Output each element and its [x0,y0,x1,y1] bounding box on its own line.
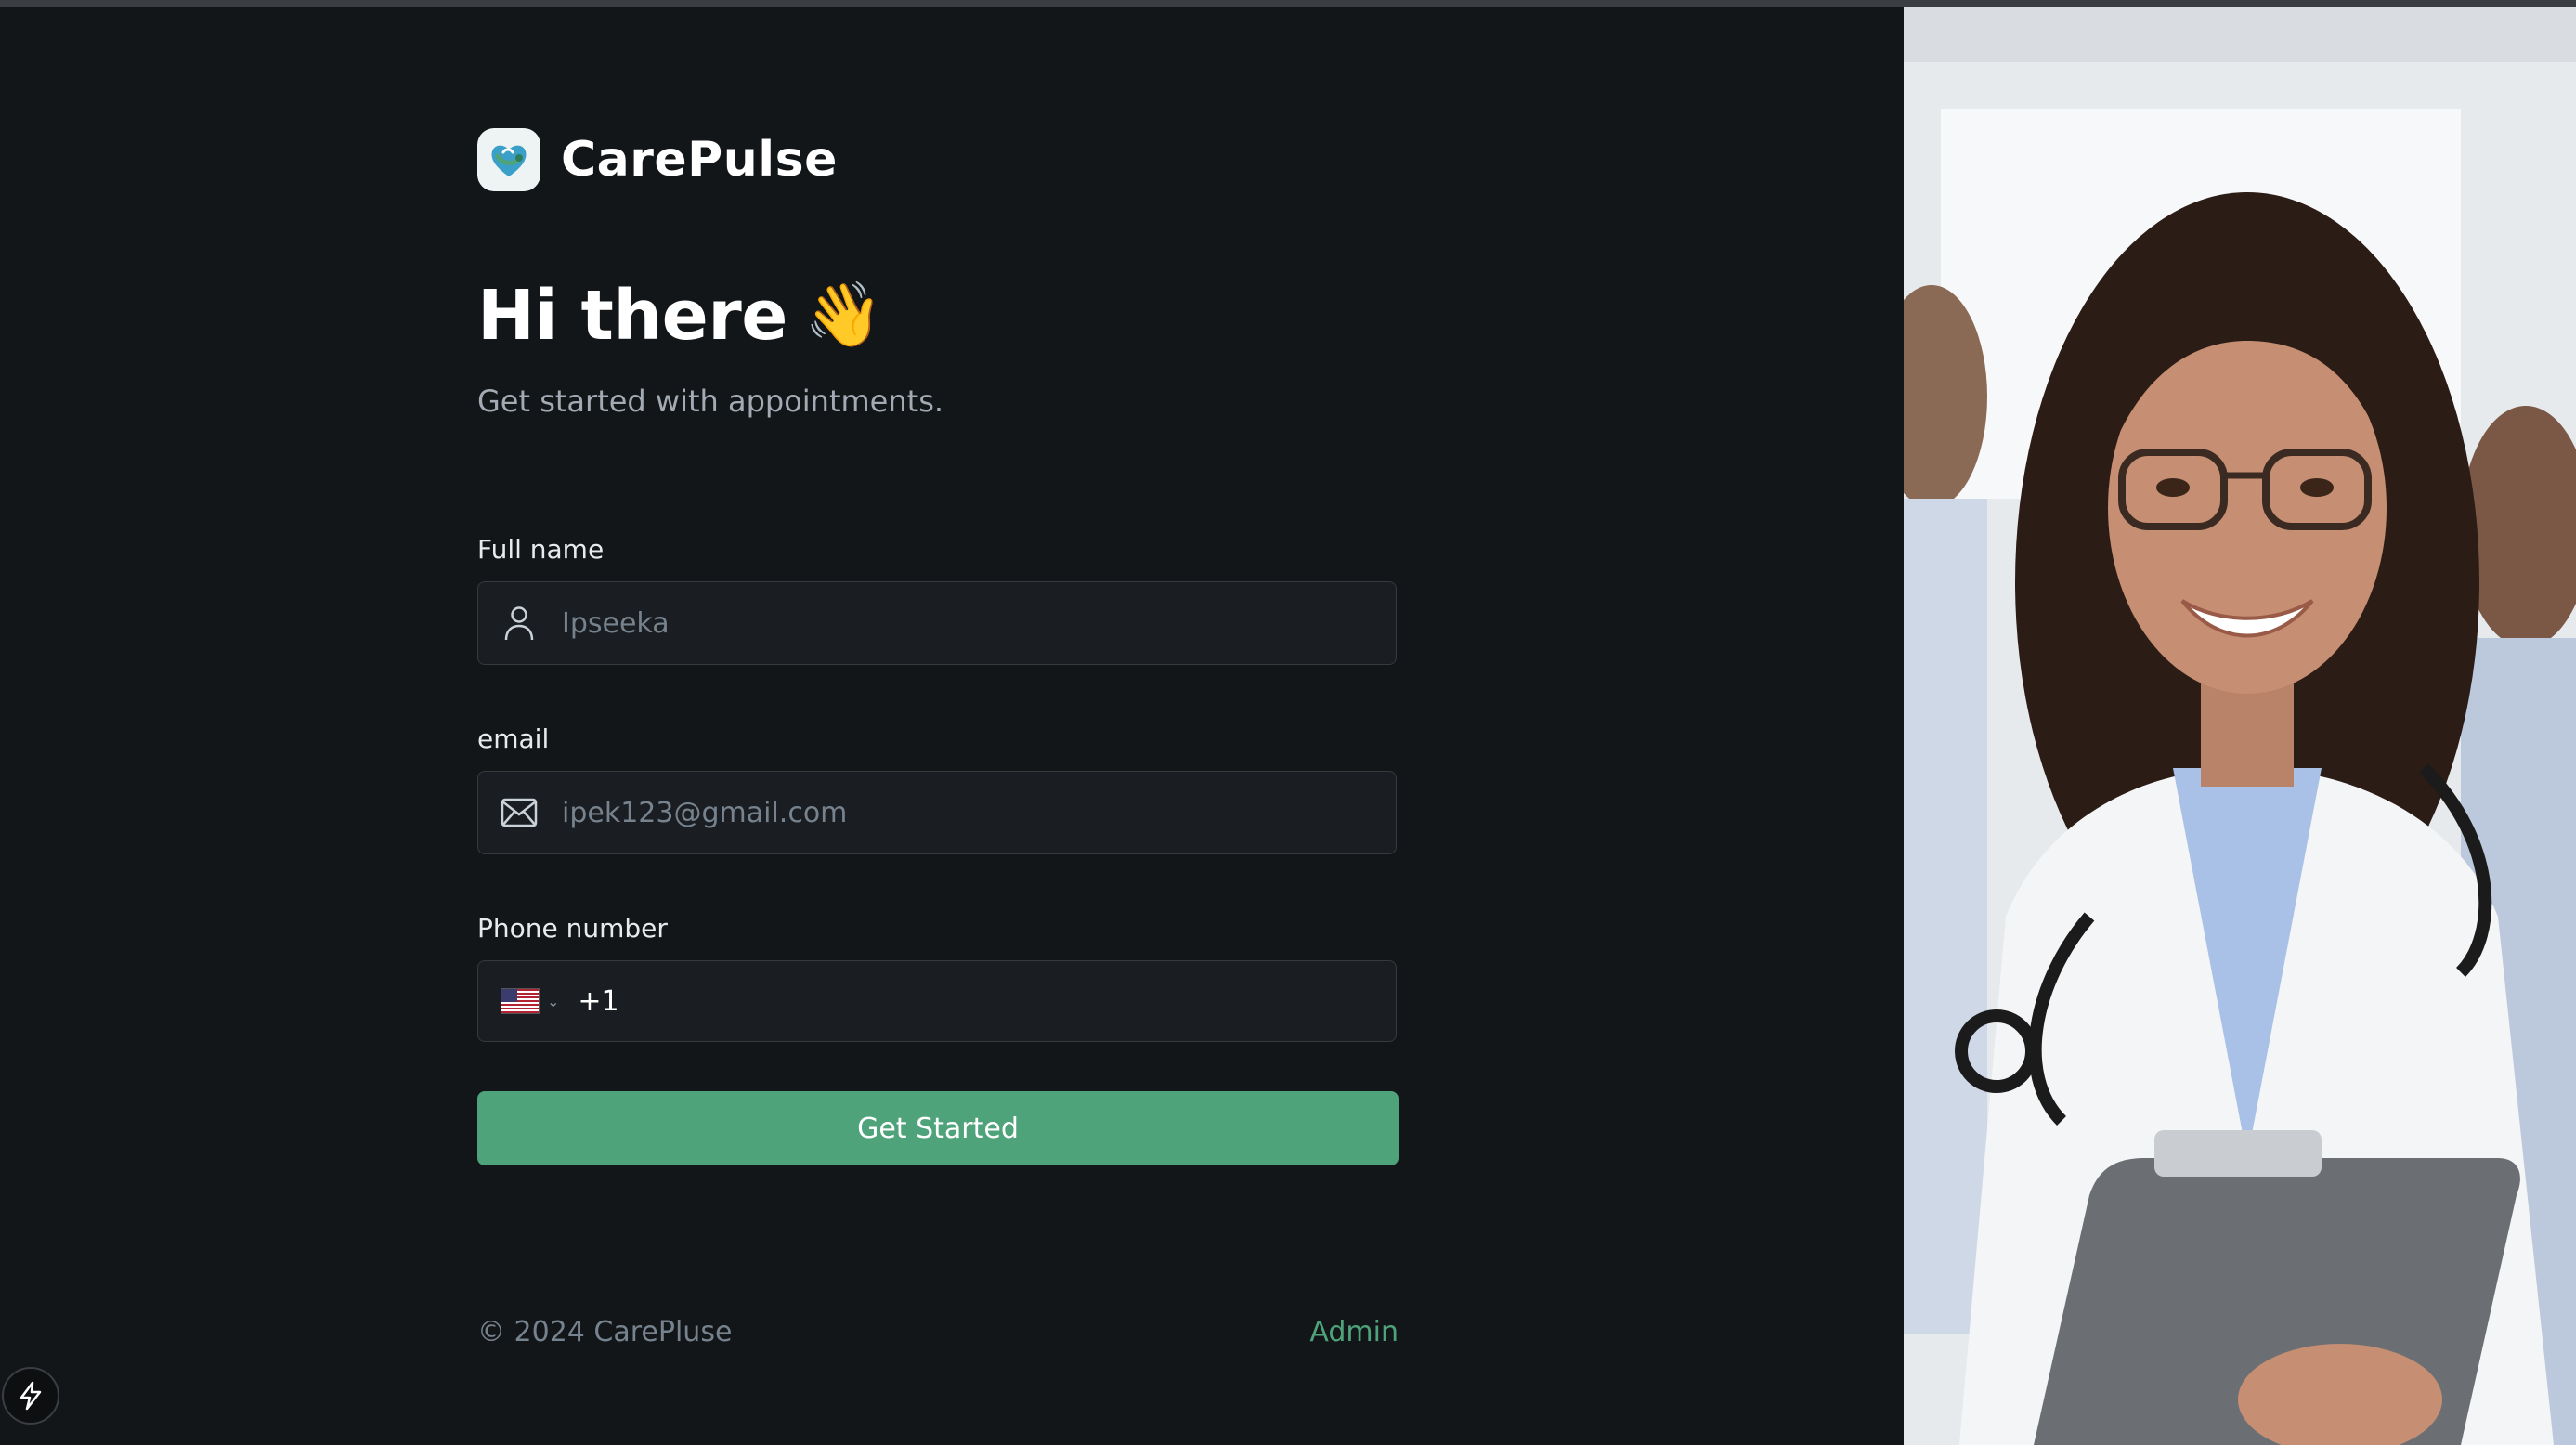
greeting: Hi there 👋 [477,276,1399,356]
chevron-down-icon[interactable]: ⌄ [547,993,559,1010]
admin-link[interactable]: Admin [1309,1316,1399,1348]
page-subtitle: Get started with appointments. [477,384,944,419]
copyright-text: © 2024 CarePluse [477,1316,733,1348]
lightning-icon[interactable] [2,1367,59,1425]
user-icon [499,603,540,644]
email-input[interactable] [560,795,1396,830]
us-flag-icon[interactable] [501,988,540,1014]
wave-icon: 👋 [804,279,883,352]
page-title: Hi there [477,276,788,356]
full-name-input[interactable] [560,605,1396,641]
full-name-label: Full name [477,534,605,565]
browser-top-bar [0,0,2576,7]
mail-icon [499,792,540,833]
dial-code: +1 [578,984,619,1018]
onboarding-panel: CarePulse Hi there 👋 Get started with ap… [0,7,1904,1445]
phone-input-box[interactable]: ⌄ +1 [477,960,1397,1042]
heart-stethoscope-icon [477,128,540,191]
brand-name: CarePulse [561,132,838,188]
email-label: email [477,723,550,754]
brand: CarePulse [477,118,1399,202]
full-name-input-box[interactable] [477,581,1397,665]
phone-label: Phone number [477,913,668,944]
footer: © 2024 CarePluse Admin [477,1316,1399,1348]
form-container: CarePulse Hi there 👋 Get started with ap… [477,118,1399,1348]
email-field: email [477,723,1399,854]
phone-input[interactable] [628,983,1396,1019]
email-input-box[interactable] [477,771,1397,854]
get-started-button[interactable]: Get Started [477,1091,1399,1165]
phone-field: Phone number ⌄ +1 [477,913,1399,1042]
full-name-field: Full name [477,534,1399,665]
doctor-image [1904,7,2576,1445]
